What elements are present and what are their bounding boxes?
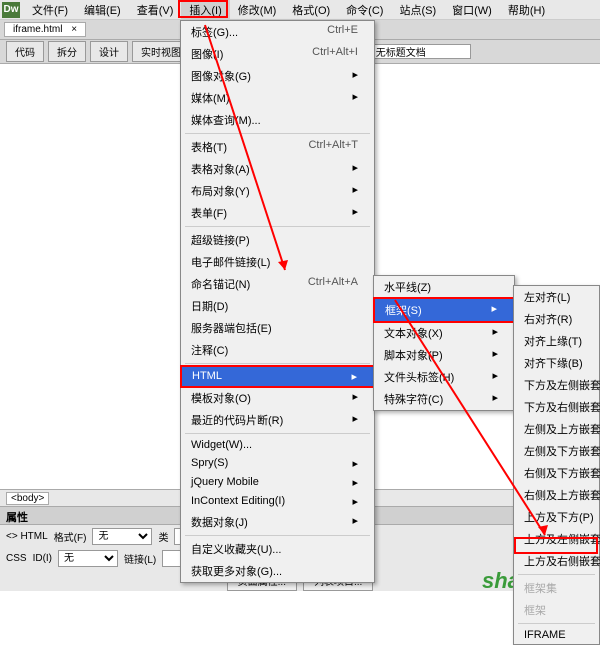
frame-bottom-right[interactable]: 下方及右侧嵌套(M) <box>514 396 599 418</box>
split-view-button[interactable]: 拆分 <box>48 41 86 62</box>
css-mode-label[interactable]: CSS <box>6 553 27 564</box>
menu-favorites[interactable]: 自定义收藏夹(U)... <box>181 538 374 560</box>
menu-site[interactable]: 站点(S) <box>391 0 444 20</box>
menu-table[interactable]: 表格(T)Ctrl+Alt+T <box>181 136 374 158</box>
design-view-button[interactable]: 设计 <box>90 41 128 62</box>
frame-top-bottom[interactable]: 上方及下方(P) <box>514 506 599 528</box>
menu-image[interactable]: 图像(I)Ctrl+Alt+I <box>181 43 374 65</box>
menubar: Dw 文件(F) 编辑(E) 查看(V) 插入(I) 修改(M) 格式(O) 命… <box>0 0 600 20</box>
menu-script-objects[interactable]: 脚本对象(P)▸ <box>374 344 514 366</box>
menu-view[interactable]: 查看(V) <box>129 0 182 20</box>
frame-left[interactable]: 左对齐(L) <box>514 286 599 308</box>
frame-top-left[interactable]: 上方及左侧嵌套(O) <box>514 528 599 550</box>
frame-frame: 框架 <box>514 599 599 621</box>
app-logo: Dw <box>2 2 20 18</box>
menu-text-objects[interactable]: 文本对象(X)▸ <box>374 322 514 344</box>
class-label: 类 <box>158 529 168 544</box>
menu-hyperlink[interactable]: 超级链接(P) <box>181 229 374 251</box>
menu-jquery-mobile[interactable]: jQuery Mobile▸ <box>181 473 374 492</box>
frame-top[interactable]: 对齐上缘(T) <box>514 330 599 352</box>
menu-form[interactable]: 表单(F)▸ <box>181 202 374 224</box>
frame-bottom[interactable]: 对齐下缘(B) <box>514 352 599 374</box>
title-input[interactable] <box>371 44 471 59</box>
frame-bottom-left[interactable]: 下方及左侧嵌套(N) <box>514 374 599 396</box>
menu-head-tags[interactable]: 文件头标签(H)▸ <box>374 366 514 388</box>
document-tab[interactable]: iframe.html × <box>4 22 86 37</box>
menu-incontext[interactable]: InContext Editing(I)▸ <box>181 492 374 511</box>
menu-named-anchor[interactable]: 命名锚记(N)Ctrl+Alt+A <box>181 273 374 295</box>
menu-table-objects[interactable]: 表格对象(A)▸ <box>181 158 374 180</box>
menu-layout-objects[interactable]: 布局对象(Y)▸ <box>181 180 374 202</box>
link-label: 链接(L) <box>124 551 156 566</box>
menu-comment[interactable]: 注释(C) <box>181 339 374 361</box>
html-submenu: 水平线(Z) 框架(S)▸ 文本对象(X)▸ 脚本对象(P)▸ 文件头标签(H)… <box>373 275 515 411</box>
frame-left-top[interactable]: 左侧及上方嵌套(F) <box>514 418 599 440</box>
menu-frames[interactable]: 框架(S)▸ <box>373 297 515 323</box>
code-view-button[interactable]: 代码 <box>6 41 44 62</box>
frame-right-top[interactable]: 右侧及上方嵌套(G) <box>514 484 599 506</box>
tab-label: iframe.html <box>13 24 62 35</box>
frames-submenu: 左对齐(L) 右对齐(R) 对齐上缘(T) 对齐下缘(B) 下方及左侧嵌套(N)… <box>513 285 600 645</box>
id-select[interactable]: 无 <box>58 550 118 567</box>
id-label: ID(I) <box>33 553 52 564</box>
menu-hr[interactable]: 水平线(Z) <box>374 276 514 298</box>
menu-edit[interactable]: 编辑(E) <box>76 0 129 20</box>
format-select[interactable]: 无 <box>92 528 152 545</box>
menu-help[interactable]: 帮助(H) <box>500 0 553 20</box>
menu-file[interactable]: 文件(F) <box>24 0 76 20</box>
menu-window[interactable]: 窗口(W) <box>444 0 500 20</box>
menu-html[interactable]: HTML▸ <box>180 365 375 388</box>
format-label: 格式(F) <box>54 529 87 544</box>
insert-dropdown: 标签(G)...Ctrl+E 图像(I)Ctrl+Alt+I 图像对象(G)▸ … <box>180 20 375 583</box>
menu-data-objects[interactable]: 数据对象(J)▸ <box>181 511 374 533</box>
body-tag[interactable]: <body> <box>6 492 49 505</box>
frame-left-bottom[interactable]: 左侧及下方嵌套 <box>514 440 599 462</box>
html-mode-label[interactable]: <> HTML <box>6 531 48 542</box>
frame-iframe[interactable]: IFRAME <box>514 626 599 644</box>
frame-right-bottom[interactable]: 右侧及下方嵌套(I) <box>514 462 599 484</box>
menu-command[interactable]: 命令(C) <box>338 0 391 20</box>
menu-template-objects[interactable]: 模板对象(O)▸ <box>181 387 374 409</box>
menu-media-query[interactable]: 媒体查询(M)... <box>181 109 374 131</box>
menu-image-objects[interactable]: 图像对象(G)▸ <box>181 65 374 87</box>
menu-spry[interactable]: Spry(S)▸ <box>181 454 374 473</box>
menu-media[interactable]: 媒体(M)▸ <box>181 87 374 109</box>
menu-special-chars[interactable]: 特殊字符(C)▸ <box>374 388 514 410</box>
menu-insert[interactable]: 插入(I) <box>181 0 229 20</box>
menu-ssi[interactable]: 服务器端包括(E) <box>181 317 374 339</box>
menu-date[interactable]: 日期(D) <box>181 295 374 317</box>
frame-top-right[interactable]: 上方及右侧嵌套 <box>514 550 599 572</box>
menu-get-more[interactable]: 获取更多对象(G)... <box>181 560 374 582</box>
menu-tag[interactable]: 标签(G)...Ctrl+E <box>181 21 374 43</box>
close-icon[interactable]: × <box>71 24 77 35</box>
menu-email-link[interactable]: 电子邮件链接(L) <box>181 251 374 273</box>
menu-widget[interactable]: Widget(W)... <box>181 436 374 454</box>
menu-modify[interactable]: 修改(M) <box>230 0 285 20</box>
menu-recent-snippets[interactable]: 最近的代码片断(R)▸ <box>181 409 374 431</box>
frame-right[interactable]: 右对齐(R) <box>514 308 599 330</box>
menu-format[interactable]: 格式(O) <box>284 0 338 20</box>
